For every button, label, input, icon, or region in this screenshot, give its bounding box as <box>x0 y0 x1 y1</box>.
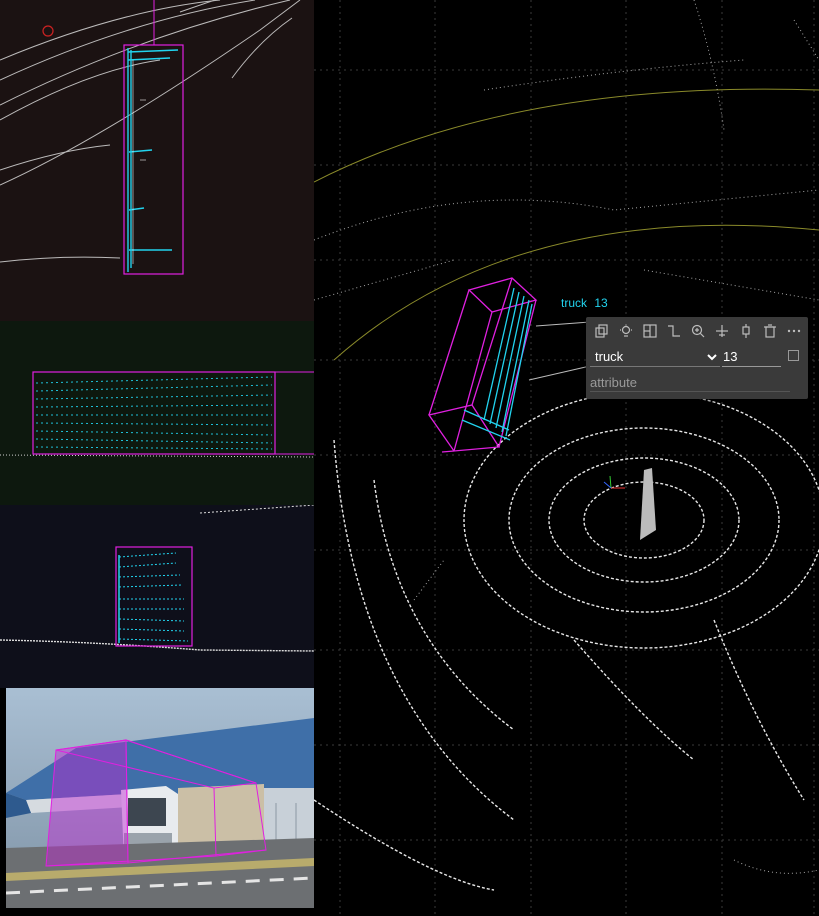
more-icon[interactable] <box>782 321 806 341</box>
front-view-canvas[interactable] <box>0 505 314 688</box>
move-icon[interactable] <box>710 321 734 341</box>
top-view-panel[interactable] <box>0 0 314 321</box>
zoom-icon[interactable] <box>686 321 710 341</box>
pin-icon[interactable] <box>734 321 758 341</box>
track-id-input[interactable] <box>722 346 781 367</box>
annotation-panel: truck <box>586 317 808 399</box>
camera-image-canvas[interactable] <box>6 688 314 908</box>
bulb-icon[interactable] <box>614 321 638 341</box>
origin-marker <box>42 25 54 37</box>
pedestrian-points <box>640 468 656 540</box>
front-view-panel[interactable] <box>0 505 314 688</box>
truck-box-side <box>32 371 276 455</box>
path-icon[interactable] <box>662 321 686 341</box>
object-track-id: 13 <box>594 296 608 310</box>
side-view-canvas[interactable] <box>0 321 314 505</box>
object-class-text: truck <box>561 296 588 310</box>
lock-checkbox[interactable] <box>788 350 799 361</box>
top-view-canvas[interactable] <box>0 0 314 321</box>
side-view-panel[interactable] <box>0 321 314 505</box>
copy-icon[interactable] <box>590 321 614 341</box>
main-3d-canvas[interactable] <box>314 0 819 916</box>
grid-icon[interactable] <box>638 321 662 341</box>
attribute-input[interactable] <box>590 373 790 392</box>
range-ring <box>314 88 819 183</box>
annotation-toolbar <box>590 321 806 341</box>
ego-axes <box>603 475 625 489</box>
object-label: truck 13 <box>561 296 612 310</box>
grid <box>314 0 819 916</box>
class-select[interactable]: truck <box>590 347 720 367</box>
camera-image-panel[interactable] <box>6 688 314 908</box>
trash-icon[interactable] <box>758 321 782 341</box>
main-3d-view[interactable] <box>314 0 819 916</box>
